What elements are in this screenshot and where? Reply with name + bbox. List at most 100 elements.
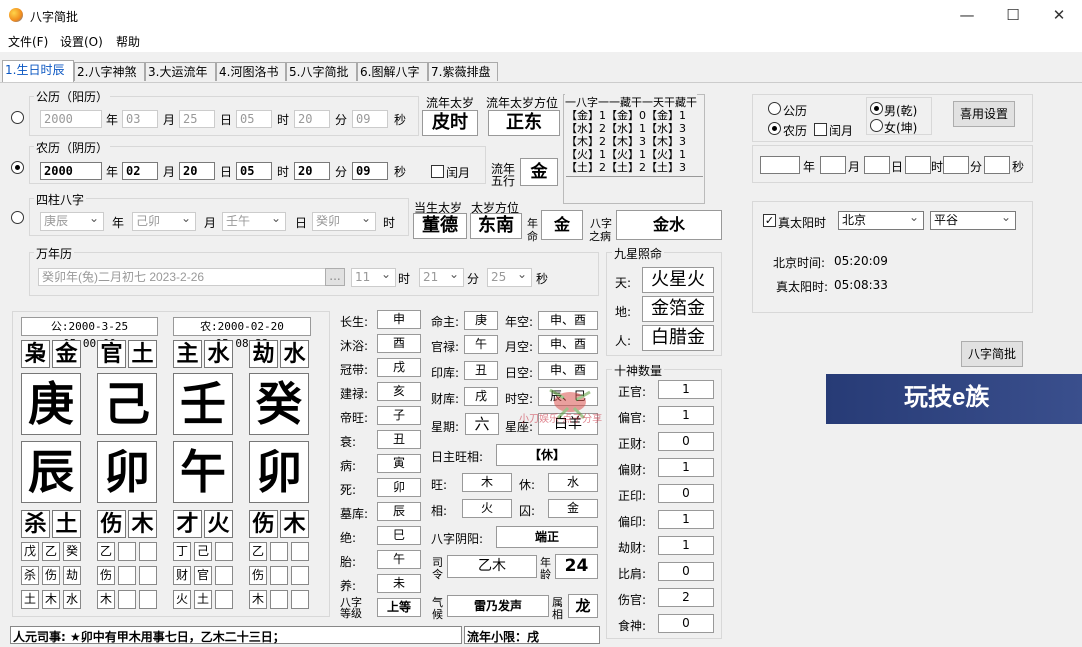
lunar-leap-checkbox[interactable] xyxy=(431,165,444,178)
true-solar-checkbox[interactable]: ✓ xyxy=(763,214,776,227)
tab-dayun[interactable]: 3.大运流年 xyxy=(145,62,216,81)
xiyong-settings-button[interactable]: 喜用设置 xyxy=(953,101,1015,127)
solar-title: 公历（阳历） xyxy=(34,88,111,105)
dengji-label2: 等级 xyxy=(340,607,362,620)
wannian-minute-select[interactable]: 21 xyxy=(419,266,464,287)
solar-month-input[interactable]: 03 xyxy=(122,110,158,128)
pillar-hour-select[interactable]: 癸卯 xyxy=(312,210,376,231)
solar-second-input[interactable]: 09 xyxy=(352,110,388,128)
shishen-bottom-cell: 伤 xyxy=(249,510,278,538)
solar-year-input[interactable]: 2000 xyxy=(40,110,102,128)
changsheng-label: 冠带: xyxy=(340,363,369,377)
guanlu-label: 官禄: xyxy=(431,340,460,354)
lunar-radio[interactable] xyxy=(11,161,24,174)
tab-birth-time[interactable]: 1.生日时辰 xyxy=(2,60,74,82)
nianming-value: 金 xyxy=(541,210,583,240)
wannian-browse-button[interactable]: ... xyxy=(325,268,345,286)
female-radio[interactable] xyxy=(870,119,883,132)
true-solar-time-value: 05:08:33 xyxy=(834,278,888,292)
changsheng-value: 午 xyxy=(377,550,421,569)
tab-hetu[interactable]: 4.河图洛书 xyxy=(216,62,286,81)
siling-value: 乙木 xyxy=(447,555,537,578)
solar-day-input[interactable]: 25 xyxy=(179,110,215,128)
shishen-count-label: 偏印: xyxy=(618,515,647,529)
male-radio[interactable] xyxy=(870,102,883,115)
right-solar-radio[interactable] xyxy=(768,102,781,115)
lunar-year-input[interactable]: 2000 xyxy=(40,162,102,180)
changsheng-label: 帝旺: xyxy=(340,411,369,425)
lunar-day-input[interactable]: 20 xyxy=(179,162,215,180)
tiangan-cell: 癸 xyxy=(249,373,309,435)
lunar-second-input[interactable]: 09 xyxy=(352,162,388,180)
tab-shensha[interactable]: 2.八字神煞 xyxy=(74,62,145,81)
right-solar-label: 公历 xyxy=(783,104,808,118)
area-select[interactable]: 平谷 xyxy=(930,209,1016,230)
wannian-date-field[interactable]: 癸卯年(兔)二月初七 2023-2-26 xyxy=(38,268,326,286)
shishen-count-value: 1 xyxy=(658,510,714,529)
yinku-label: 印库: xyxy=(431,366,460,380)
jiuxing-ren-value: 白腊金 xyxy=(642,325,714,351)
maximize-button[interactable]: ☐ xyxy=(990,0,1036,31)
dizhi-cell: 卯 xyxy=(249,441,309,503)
shishen-top-cell: 土 xyxy=(128,340,157,368)
right-year-input[interactable] xyxy=(760,156,800,174)
pillar-day-select[interactable]: 壬午 xyxy=(222,210,286,231)
close-button[interactable]: ✕ xyxy=(1036,0,1082,31)
minimize-button[interactable]: — xyxy=(944,0,990,31)
canggan-cell: 木 xyxy=(97,590,115,609)
right-lunar-radio[interactable] xyxy=(768,122,781,135)
bazi-brief-button[interactable]: 八字简批 xyxy=(961,341,1023,367)
menu-help[interactable]: 帮助 xyxy=(116,33,140,50)
liunian-taisui-value: 皮时 xyxy=(422,110,478,136)
canggan-cell: 土 xyxy=(21,590,39,609)
wangxiang-value: 【休】 xyxy=(496,444,598,466)
rikong-label: 日空: xyxy=(505,366,534,380)
wannian-hour-select[interactable]: 11 xyxy=(351,266,396,287)
canggan-cell xyxy=(291,590,309,609)
pillar-year-select[interactable]: 庚辰 xyxy=(40,210,104,231)
canggan-cell xyxy=(215,590,233,609)
gong-date-box: 公:2000-3-25 05:00:00 xyxy=(21,317,158,350)
right-leap-checkbox[interactable] xyxy=(814,123,827,136)
unit-day: 日 xyxy=(295,216,308,230)
shishen-bottom-cell: 土 xyxy=(52,510,81,538)
tab-jianpi[interactable]: 5.八字简批 xyxy=(286,62,357,81)
ad-text: 玩技e族 xyxy=(904,384,990,411)
wannian-second-select[interactable]: 25 xyxy=(487,266,532,287)
lunar-hour-input[interactable]: 05 xyxy=(236,162,272,180)
solar-radio[interactable] xyxy=(11,111,24,124)
shishen-count-value: 1 xyxy=(658,406,714,425)
right-day-input[interactable] xyxy=(864,156,890,174)
lunar-month-input[interactable]: 02 xyxy=(122,162,158,180)
right-month-input[interactable] xyxy=(820,156,846,174)
shishen-count-label: 正财: xyxy=(618,437,647,451)
nianming-label2: 命 xyxy=(527,230,538,243)
unit-year: 年 xyxy=(106,113,119,127)
tab-tujie[interactable]: 6.图解八字 xyxy=(357,62,428,81)
dangsheng-fangwei-value: 东南 xyxy=(470,213,522,239)
shishen-top-cell: 水 xyxy=(204,340,233,368)
menu-file[interactable]: 文件(F) xyxy=(8,33,48,50)
pillar-month-select[interactable]: 己卯 xyxy=(132,210,196,231)
solar-minute-input[interactable]: 20 xyxy=(294,110,330,128)
true-solar-time-label: 真太阳时: xyxy=(776,280,829,294)
unit-hour: 时 xyxy=(277,113,290,127)
right-hour-input[interactable] xyxy=(905,156,931,174)
menu-settings[interactable]: 设置(O) xyxy=(60,33,103,50)
right-minute-input[interactable] xyxy=(943,156,969,174)
city-select[interactable]: 北京 xyxy=(838,209,924,230)
tab-ziwei[interactable]: 7.紫薇排盘 xyxy=(428,62,498,81)
unit-year: 年 xyxy=(112,216,125,230)
solar-hour-input[interactable]: 05 xyxy=(236,110,272,128)
right-second-input[interactable] xyxy=(984,156,1010,174)
watermark-text: 小刀娱乐 点子分享 xyxy=(519,414,603,425)
pillars-radio[interactable] xyxy=(11,211,24,224)
xiu-label: 休: xyxy=(519,478,536,492)
dizhi-cell: 午 xyxy=(173,441,233,503)
lunar-minute-input[interactable]: 20 xyxy=(294,162,330,180)
changsheng-value: 辰 xyxy=(377,502,421,521)
qiu-label: 囚: xyxy=(519,504,536,518)
title-bar: 八字简批 — ☐ ✕ xyxy=(0,0,1082,31)
ad-banner[interactable]: 玩技e族 xyxy=(826,374,1082,424)
canggan-cell: 癸 xyxy=(63,542,81,561)
